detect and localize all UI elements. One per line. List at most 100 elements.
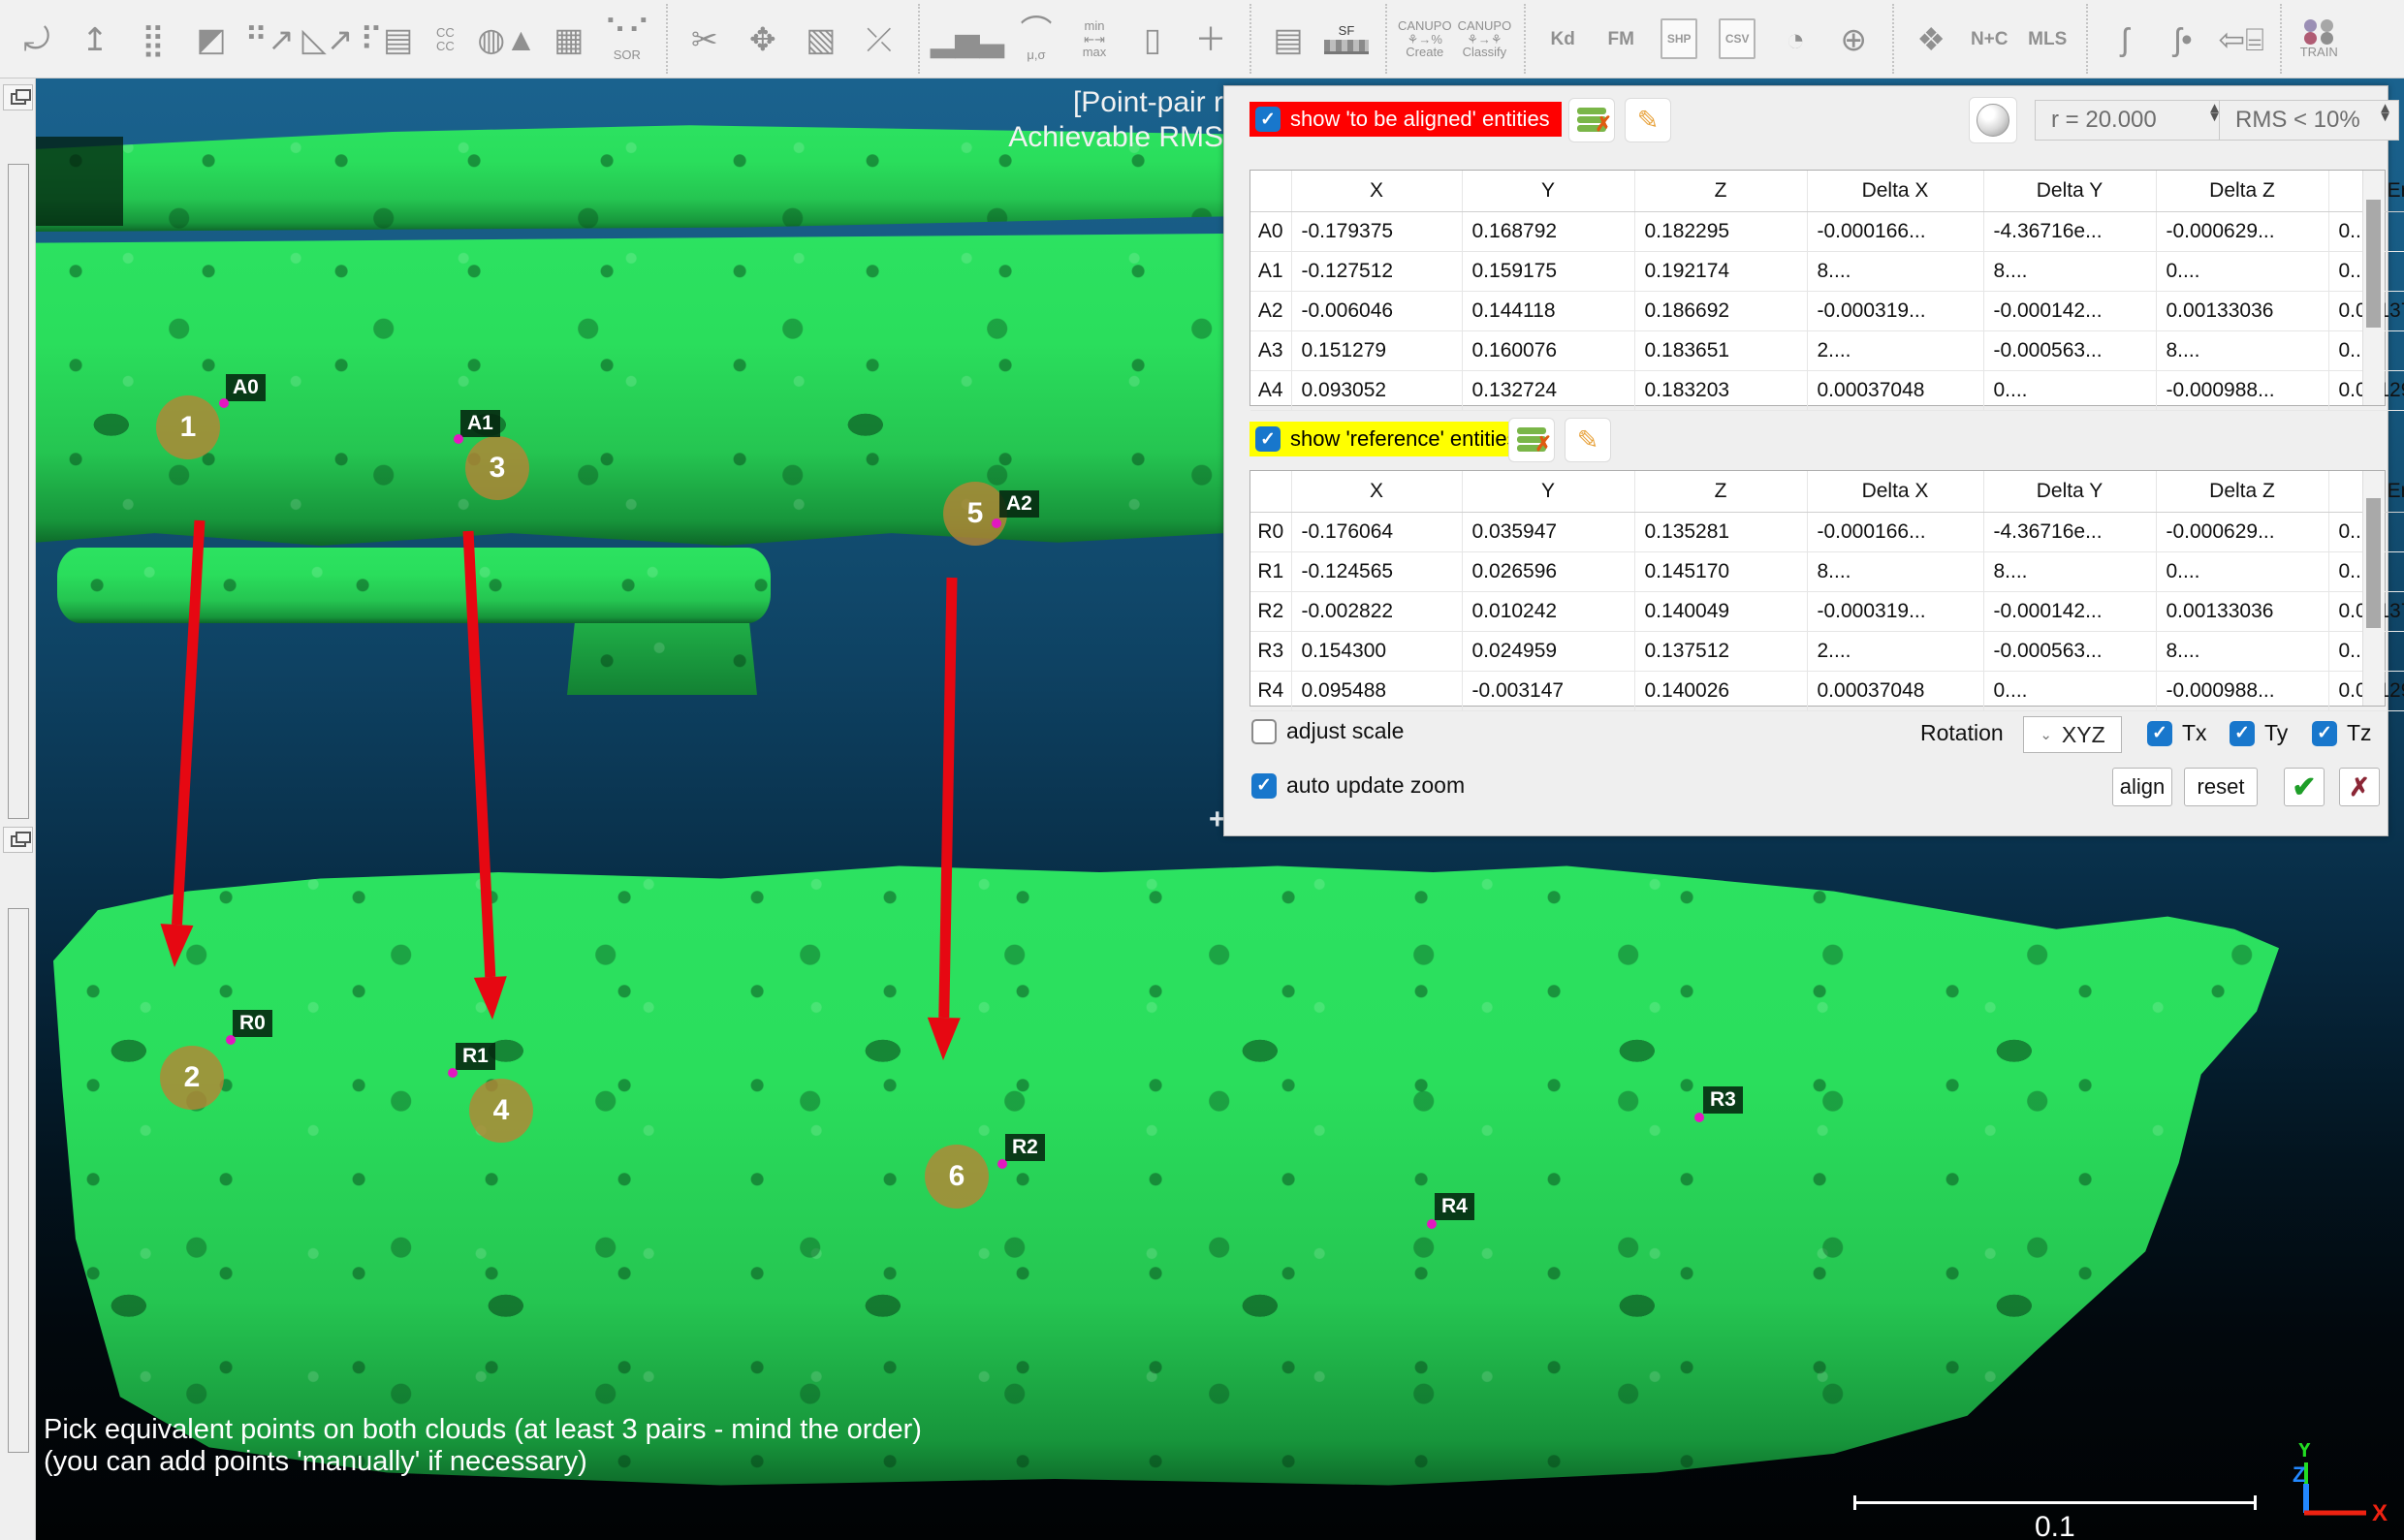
value-cell: 0.093052 (1291, 371, 1462, 411)
canupo-create-icon[interactable]: CANUPO ⚘→% Create (1398, 8, 1452, 70)
fm-icon[interactable]: FM (1595, 8, 1647, 70)
normals-compute-icon[interactable]: N+C (1963, 8, 2015, 70)
delete-scalar-icon[interactable]: ▯ (1126, 8, 1179, 70)
adjust-scale-checkbox[interactable] (1251, 719, 1277, 744)
table-row[interactable]: A40.0930520.1327240.1832030.000370480...… (1250, 371, 2404, 411)
spinner-arrows-icon[interactable]: ▲▼ (2378, 104, 2392, 122)
translate-mode-icon[interactable]: ✥ (737, 8, 789, 70)
edit-reference-points-button[interactable]: ✎ (1565, 418, 1611, 462)
auto-update-zoom-control[interactable]: ✓ auto update zoom (1251, 772, 1465, 799)
ty-control[interactable]: ✓ Ty (2230, 720, 2288, 746)
scissors-segment-icon[interactable]: ✂ (679, 8, 731, 70)
table-row[interactable]: R40.095488-0.0031470.1400260.000370480..… (1250, 672, 2404, 711)
table-row[interactable]: R30.1543000.0249590.1375122....-0.000563… (1250, 632, 2404, 672)
reference-points-table[interactable]: XYZDelta XDelta YDelta ZErrorR0-0.176064… (1250, 471, 2404, 711)
value-cell: 0.035947 (1462, 513, 1634, 552)
table-row[interactable]: A2-0.0060460.1441180.186692-0.000319...-… (1250, 292, 2404, 331)
shp-file-icon[interactable]: SHP (1653, 8, 1705, 70)
pick-rotation-center-icon[interactable]: ↥ (69, 8, 121, 70)
spline-points-icon[interactable]: ʃ• (2157, 8, 2209, 70)
dock-float-button-top[interactable] (3, 84, 33, 110)
aligned-table-scrollbar[interactable] (2362, 171, 2385, 405)
sf-calculator-icon[interactable]: ▤ (1262, 8, 1314, 70)
train-classifier-icon[interactable]: TRAIN (2293, 8, 2345, 70)
table-row[interactable]: A1-0.1275120.1591750.1921748....8....0..… (1250, 252, 2404, 292)
aligned-cloud-lip[interactable] (57, 548, 771, 623)
radius-spinbox[interactable]: r = 20.000 ▲▼ (2035, 100, 2229, 141)
overlay-title-line1: [Point-pair r (1073, 86, 1223, 119)
cylinder-back-icon[interactable]: ⇦⌸ (2215, 8, 2267, 70)
value-cell: -0.124565 (1291, 552, 1462, 592)
sor-filter-icon[interactable]: ⠑⠊SOR (601, 8, 653, 70)
value-cell: 8.... (1807, 552, 1983, 592)
tx-checkbox[interactable]: ✓ (2147, 721, 2172, 746)
aligned-cloud-tab[interactable] (567, 623, 757, 695)
auto-update-zoom-checkbox[interactable]: ✓ (1251, 773, 1277, 799)
aligned-cloud-board[interactable] (36, 234, 1224, 546)
sphere-views-icon[interactable]: ◔ (1769, 8, 1821, 70)
ty-checkbox[interactable]: ✓ (2230, 721, 2255, 746)
primitive-factory-icon[interactable]: ◍▲ (477, 8, 536, 70)
table-row[interactable]: R2-0.0028220.0102420.140049-0.000319...-… (1250, 592, 2404, 632)
scrollbar-thumb[interactable] (2366, 200, 2381, 328)
cloud-mesh-distance-icon[interactable]: ◺↗ (301, 8, 354, 70)
spline-icon[interactable]: ʃ (2099, 8, 2151, 70)
value-cell: -0.000629... (2156, 212, 2328, 252)
rms-spinbox[interactable]: RMS < 10% ▲▼ (2219, 100, 2399, 141)
plugins-puzzle-icon[interactable]: ❖ (1905, 8, 1957, 70)
table-row[interactable]: A30.1512790.1600760.1836512....-0.000563… (1250, 331, 2404, 371)
canupo-classify-icon[interactable]: CANUPO ⚘→⚘ Classify (1458, 8, 1512, 70)
align-button[interactable]: align (2112, 768, 2172, 806)
pair-marker-circle[interactable]: 3 (465, 436, 529, 500)
polyline-cut-icon[interactable]: ⤫ (853, 8, 905, 70)
globe-icon[interactable]: ⊕ (1827, 8, 1880, 70)
pair-marker-circle[interactable]: 6 (925, 1145, 989, 1209)
cancel-button[interactable]: ✗ (2339, 768, 2380, 806)
point-list-picking-icon[interactable]: ⠏▤ (360, 8, 413, 70)
pair-marker-circle[interactable]: 5 (943, 482, 1007, 546)
rotation-dropdown[interactable]: ⌄ XYZ (2023, 716, 2122, 753)
reset-button[interactable]: reset (2184, 768, 2258, 806)
mls-smoothing-icon[interactable]: MLS (2021, 8, 2073, 70)
minmax-range-icon[interactable]: min ⇤⇥ max (1068, 8, 1121, 70)
delete-aligned-points-button[interactable]: ✗ (1568, 98, 1615, 142)
pair-marker-circle[interactable]: 4 (469, 1079, 533, 1143)
row-id-cell: A3 (1250, 331, 1291, 371)
clipping-box-icon[interactable]: ▧ (795, 8, 847, 70)
reference-table-scrollbar[interactable] (2362, 471, 2385, 706)
kd-tree-icon[interactable]: Kd (1536, 8, 1589, 70)
sf-colorbar-icon[interactable]: SF (1320, 8, 1373, 70)
pair-marker-circle[interactable]: 1 (156, 395, 220, 459)
adjust-scale-control[interactable]: adjust scale (1251, 718, 1404, 744)
validate-button[interactable]: ✔ (2284, 768, 2325, 806)
table-row[interactable]: R1-0.1245650.0265960.1451708....8....0..… (1250, 552, 2404, 592)
scrollbar-thumb[interactable] (2366, 498, 2381, 628)
tz-control[interactable]: ✓ Tz (2312, 720, 2372, 746)
pair-marker-circle[interactable]: 2 (160, 1046, 224, 1110)
close-icon: ✗ (2349, 772, 2370, 802)
subsample-cloud-icon[interactable]: ⣿ (127, 8, 179, 70)
noise-checker-icon[interactable]: ▦ (543, 8, 595, 70)
show-reference-checkbox[interactable]: ✓ (1255, 426, 1281, 452)
aligned-points-table[interactable]: XYZDelta XDelta YDelta ZErrorA0-0.179375… (1250, 171, 2404, 411)
dock-float-button-bottom[interactable] (3, 827, 33, 853)
cloud-cloud-distance-icon[interactable]: ⠛↗ (243, 8, 296, 70)
sample-mesh-icon[interactable]: ◩ (185, 8, 237, 70)
edit-aligned-points-button[interactable]: ✎ (1625, 98, 1671, 142)
table-row[interactable]: R0-0.1760640.0359470.135281-0.000166...-… (1250, 513, 2404, 552)
csv-file-icon[interactable]: CSV (1711, 8, 1763, 70)
reference-cloud-board[interactable] (53, 860, 2279, 1492)
tz-checkbox[interactable]: ✓ (2312, 721, 2337, 746)
delete-reference-points-button[interactable]: ✗ (1508, 418, 1555, 462)
column-header: Delta Z (2156, 171, 2328, 212)
cc-compare-icon[interactable]: CC CC (419, 8, 471, 70)
gaussian-fit-icon[interactable]: ⌒μ,σ (1010, 8, 1062, 70)
table-row[interactable]: A0-0.1793750.1687920.182295-0.000166...-… (1250, 212, 2404, 252)
value-cell: -0.000166... (1807, 212, 1983, 252)
histogram-icon[interactable]: ▂▅▃ (931, 8, 1004, 70)
tx-control[interactable]: ✓ Tx (2147, 720, 2207, 746)
interactive-transform-icon[interactable]: ⤾ (11, 8, 63, 70)
sphere-picking-button[interactable] (1969, 97, 2017, 143)
add-scalar-icon[interactable]: ＋ (1185, 8, 1237, 70)
show-aligned-checkbox[interactable]: ✓ (1255, 107, 1281, 132)
